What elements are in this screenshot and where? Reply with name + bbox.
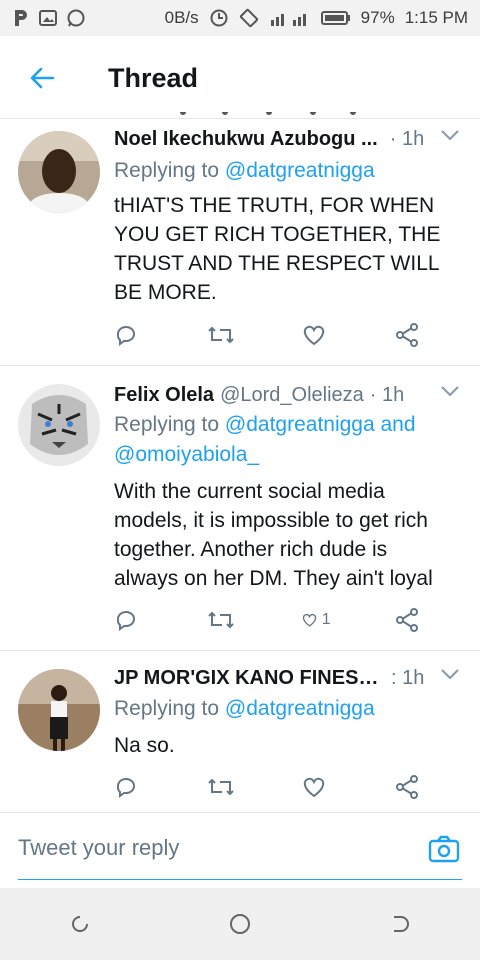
battery-icon xyxy=(320,11,350,25)
like-button[interactable] xyxy=(301,775,331,799)
retweet-button[interactable] xyxy=(207,775,237,799)
battery-percent: 97% xyxy=(360,8,395,27)
retweet-button[interactable] xyxy=(207,323,237,347)
tweet-actions xyxy=(114,770,424,804)
heart-icon xyxy=(303,325,324,346)
p-app-icon xyxy=(15,10,27,26)
share-icon xyxy=(395,775,418,799)
reply-icon xyxy=(116,611,135,631)
author-name[interactable]: JP MOR'GIX KANO FINEST ... xyxy=(114,667,379,690)
tweet[interactable]: JP MOR'GIX KANO FINEST ... : 1h Replying… xyxy=(0,650,480,812)
tweet[interactable]: Noel Ikechukwu Azubogu ... · 1h Replying… xyxy=(0,118,480,365)
recents-icon xyxy=(72,916,88,932)
reply-composer: Tweet your reply xyxy=(0,812,480,888)
tweet-text: Na so. xyxy=(114,734,175,757)
image-icon xyxy=(39,10,57,26)
clock: 1:15 PM xyxy=(404,8,468,27)
chevron-down-icon[interactable] xyxy=(440,667,460,681)
like-count: 1 xyxy=(321,611,331,628)
whatsapp-icon xyxy=(67,9,85,27)
share-icon xyxy=(395,323,418,347)
reply-button[interactable] xyxy=(114,323,144,347)
home-button[interactable] xyxy=(220,904,260,944)
like-button[interactable] xyxy=(301,323,331,347)
reply-input[interactable]: Tweet your reply xyxy=(18,835,179,861)
author-name[interactable]: Noel Ikechukwu Azubogu ... xyxy=(114,128,378,151)
retweet-button[interactable] xyxy=(207,608,237,632)
heart-icon xyxy=(302,613,316,627)
tweet-header: Noel Ikechukwu Azubogu ... · 1h xyxy=(114,124,460,154)
timestamp: : 1h xyxy=(391,666,425,689)
network-speed: 0B/s xyxy=(164,8,199,27)
tweet[interactable]: Felix Olela @Lord_Olelieza · 1h Replying… xyxy=(0,365,480,650)
back-nav-button[interactable] xyxy=(380,904,420,944)
recent-apps-button[interactable] xyxy=(60,904,100,944)
notification-icons xyxy=(12,8,86,28)
tweet-actions: 1 xyxy=(114,603,424,637)
chevron-down-icon[interactable] xyxy=(440,384,460,398)
timestamp: · 1h xyxy=(369,383,405,406)
timestamp: · 1h xyxy=(389,127,425,150)
tweet-actions xyxy=(114,318,424,352)
reply-icon xyxy=(116,326,135,346)
share-button[interactable] xyxy=(394,607,424,633)
app-bar: Thread xyxy=(0,36,480,120)
like-button[interactable]: 1 xyxy=(301,608,331,632)
home-circle-icon xyxy=(230,914,250,934)
retweet-icon xyxy=(208,611,235,629)
system-navigation-bar xyxy=(0,888,480,960)
input-underline xyxy=(18,879,462,880)
retweet-icon xyxy=(208,326,235,344)
back-button[interactable] xyxy=(0,36,84,120)
camera-icon[interactable] xyxy=(428,835,460,863)
rotate-icon xyxy=(239,8,258,28)
author-name[interactable]: Felix Olela xyxy=(114,384,214,407)
page-title: Thread xyxy=(108,62,199,93)
reply-button[interactable] xyxy=(114,775,144,799)
heart-icon xyxy=(303,777,324,798)
author-handle[interactable]: @Lord_Olelieza xyxy=(220,384,364,407)
arrow-left-icon xyxy=(30,67,55,89)
replying-to: Replying to @datgreatnigga xyxy=(114,694,460,724)
reply-button[interactable] xyxy=(114,608,144,632)
avatar[interactable] xyxy=(18,669,100,751)
replying-prefix: Replying to xyxy=(114,413,225,436)
replying-to: Replying to @datgreatnigga and @omoiyabi… xyxy=(114,410,460,470)
replying-to: Replying to @datgreatnigga xyxy=(114,156,460,186)
tweet-text: tHIAT'S THE TRUTH, FOR WHEN YOU GET RICH… xyxy=(114,194,441,304)
back-nav-icon xyxy=(394,916,409,932)
reply-icon xyxy=(116,778,135,798)
signal-icon xyxy=(270,14,306,26)
mention-link[interactable]: @datgreatnigga xyxy=(225,697,375,720)
mention-link[interactable]: @datgreatnigga xyxy=(225,159,375,182)
replying-prefix: Replying to xyxy=(114,697,225,720)
replying-prefix: Replying to xyxy=(114,159,225,182)
avatar[interactable] xyxy=(18,384,100,466)
share-button[interactable] xyxy=(394,774,424,800)
share-icon xyxy=(395,608,418,632)
tweet-header: JP MOR'GIX KANO FINEST ... : 1h xyxy=(114,663,460,693)
avatar[interactable] xyxy=(18,131,100,213)
chevron-down-icon[interactable] xyxy=(440,128,460,142)
tweet-header: Felix Olela @Lord_Olelieza · 1h xyxy=(114,380,460,410)
status-bar: 0B/s 97% 1:15 PM xyxy=(0,0,480,36)
data-saver-icon xyxy=(210,9,228,27)
share-button[interactable] xyxy=(394,322,424,348)
tweet-text: With the current social media models, it… xyxy=(114,480,433,590)
retweet-icon xyxy=(208,778,235,796)
